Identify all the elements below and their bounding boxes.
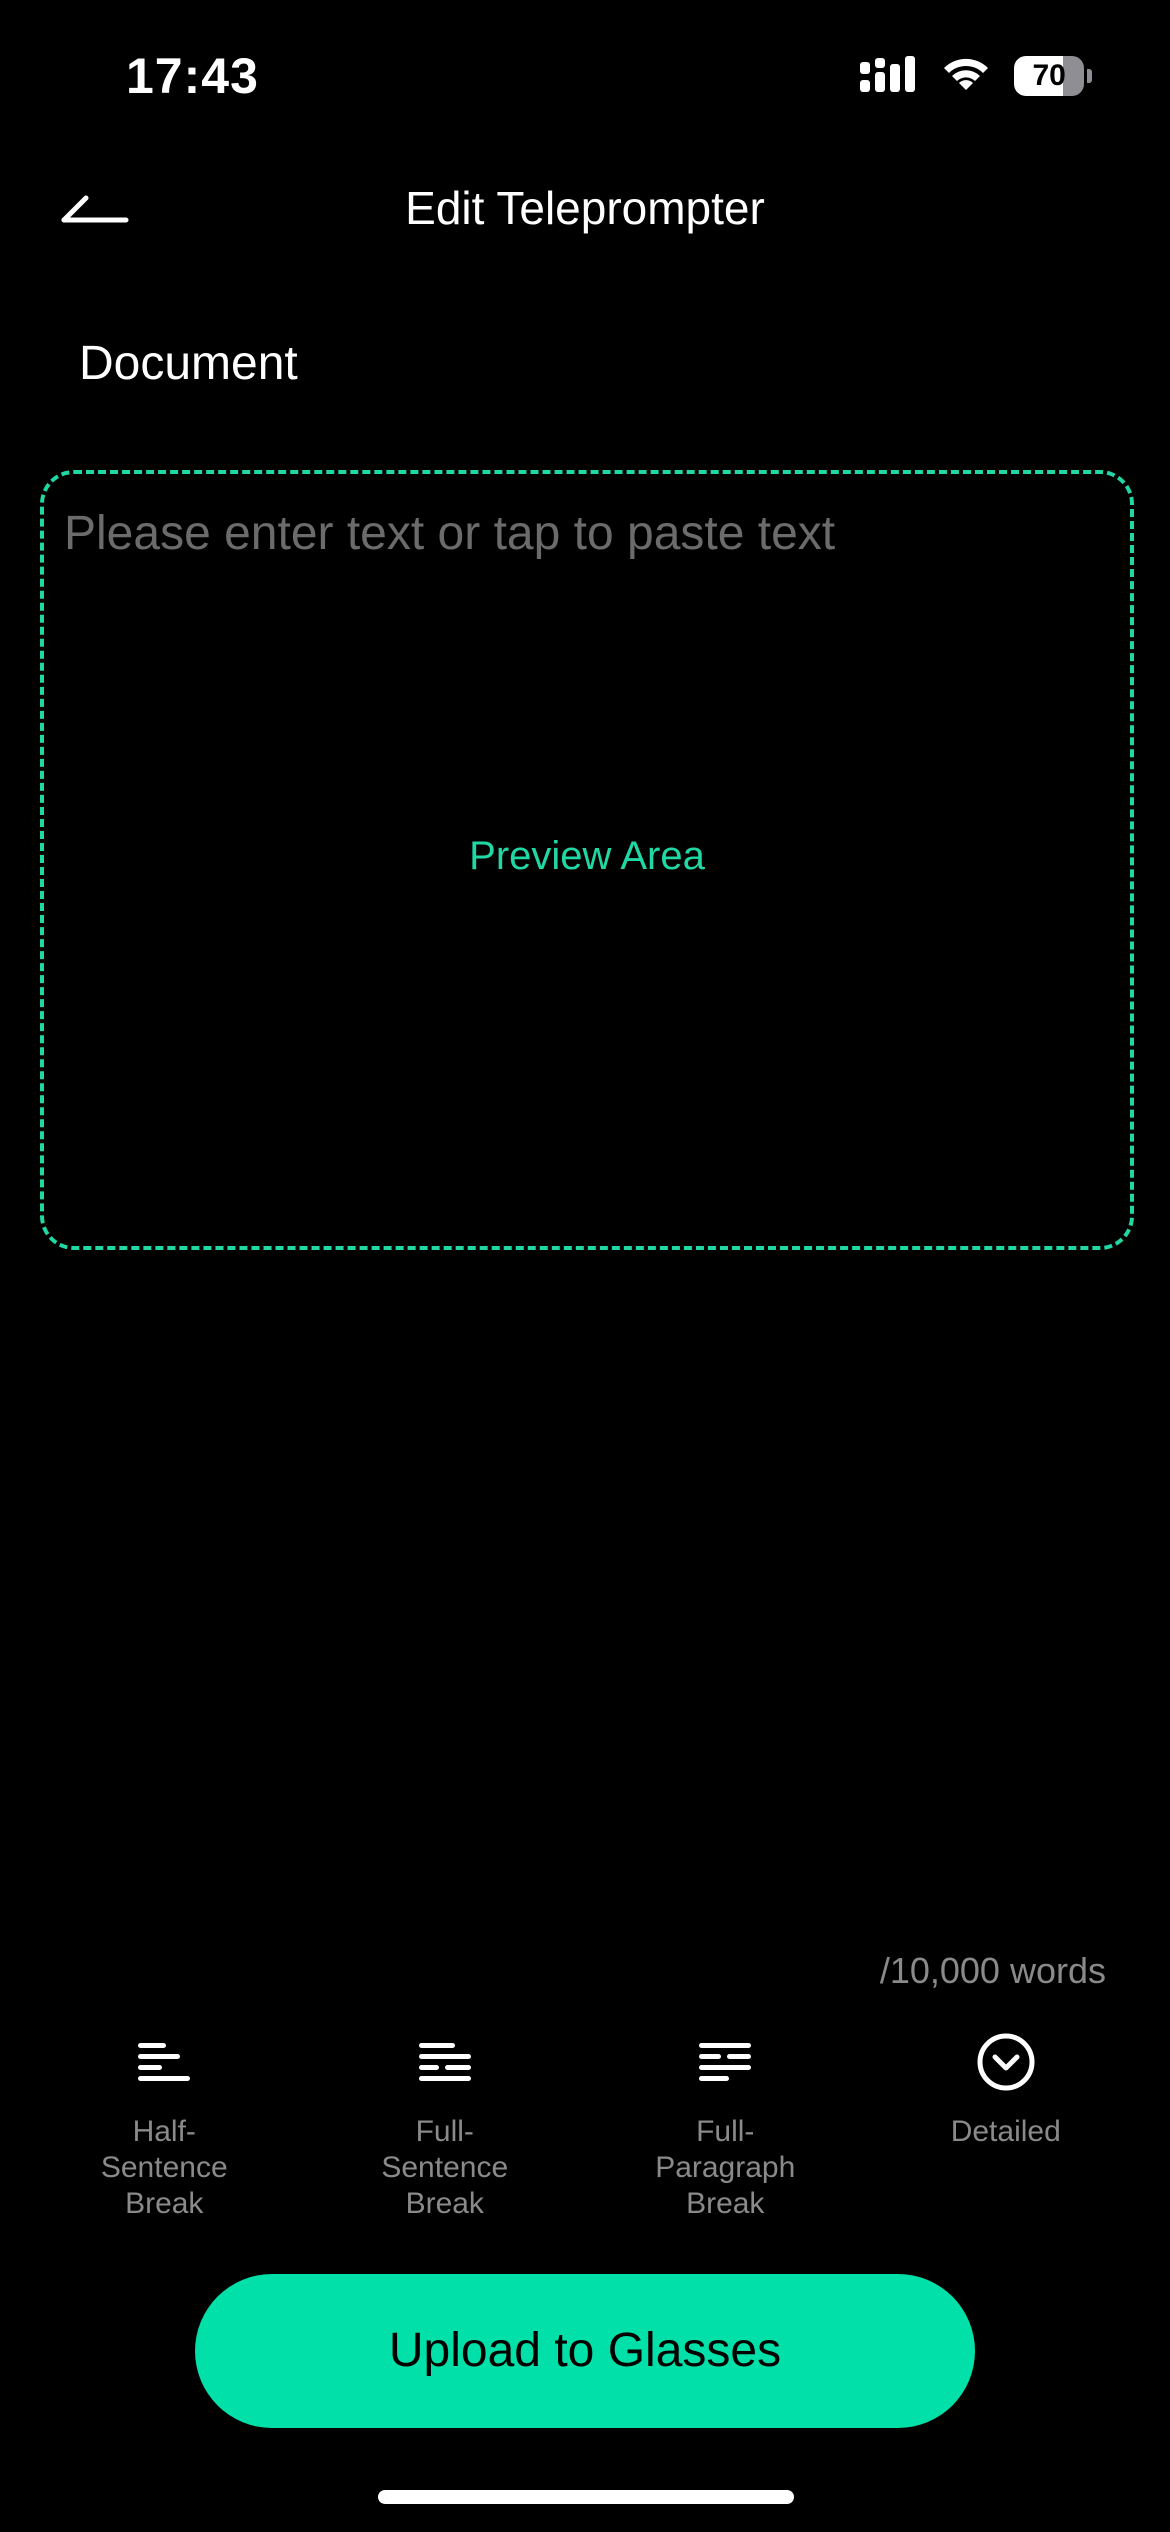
half-sentence-break-option[interactable]: Half- Sentence Break bbox=[24, 2030, 305, 2222]
document-label: Document bbox=[79, 337, 298, 390]
full-paragraph-break-option[interactable]: Full- Paragraph Break bbox=[585, 2030, 866, 2222]
full-sentence-break-option[interactable]: Full- Sentence Break bbox=[305, 2030, 586, 2222]
battery-icon: 70 bbox=[1014, 56, 1092, 96]
cellular-signal-icon bbox=[858, 54, 918, 99]
battery-level: 70 bbox=[1032, 59, 1066, 92]
full-sentence-break-label: Full- Sentence Break bbox=[381, 2115, 509, 2220]
full-paragraph-break-icon bbox=[690, 2030, 760, 2094]
status-time: 17:43 bbox=[126, 48, 259, 104]
half-sentence-break-label: Half- Sentence Break bbox=[100, 2115, 228, 2220]
full-sentence-break-icon bbox=[410, 2030, 480, 2094]
wifi-icon bbox=[940, 54, 992, 99]
word-count: /10,000 words bbox=[879, 1950, 1106, 1991]
upload-to-glasses-button[interactable]: Upload to Glasses bbox=[195, 2274, 975, 2428]
page-title: Edit Teleprompter bbox=[405, 182, 765, 234]
chevron-down-circle-icon bbox=[971, 2030, 1041, 2094]
text-input-placeholder: Please enter text or tap to paste text bbox=[64, 507, 836, 560]
full-paragraph-break-label: Full- Paragraph Break bbox=[655, 2115, 796, 2220]
document-text-input[interactable]: Please enter text or tap to paste text P… bbox=[40, 470, 1134, 1250]
preview-area-label: Preview Area bbox=[469, 834, 705, 878]
upload-button-label: Upload to Glasses bbox=[388, 2324, 782, 2377]
detailed-option[interactable]: Detailed bbox=[866, 2030, 1147, 2222]
home-indicator[interactable] bbox=[378, 2490, 794, 2504]
detailed-label: Detailed bbox=[950, 2115, 1061, 2148]
half-sentence-break-icon bbox=[129, 2030, 199, 2094]
status-icons: 70 bbox=[858, 52, 1092, 100]
break-options: Half- Sentence Break Full- Sentence Brea… bbox=[24, 2030, 1146, 2222]
